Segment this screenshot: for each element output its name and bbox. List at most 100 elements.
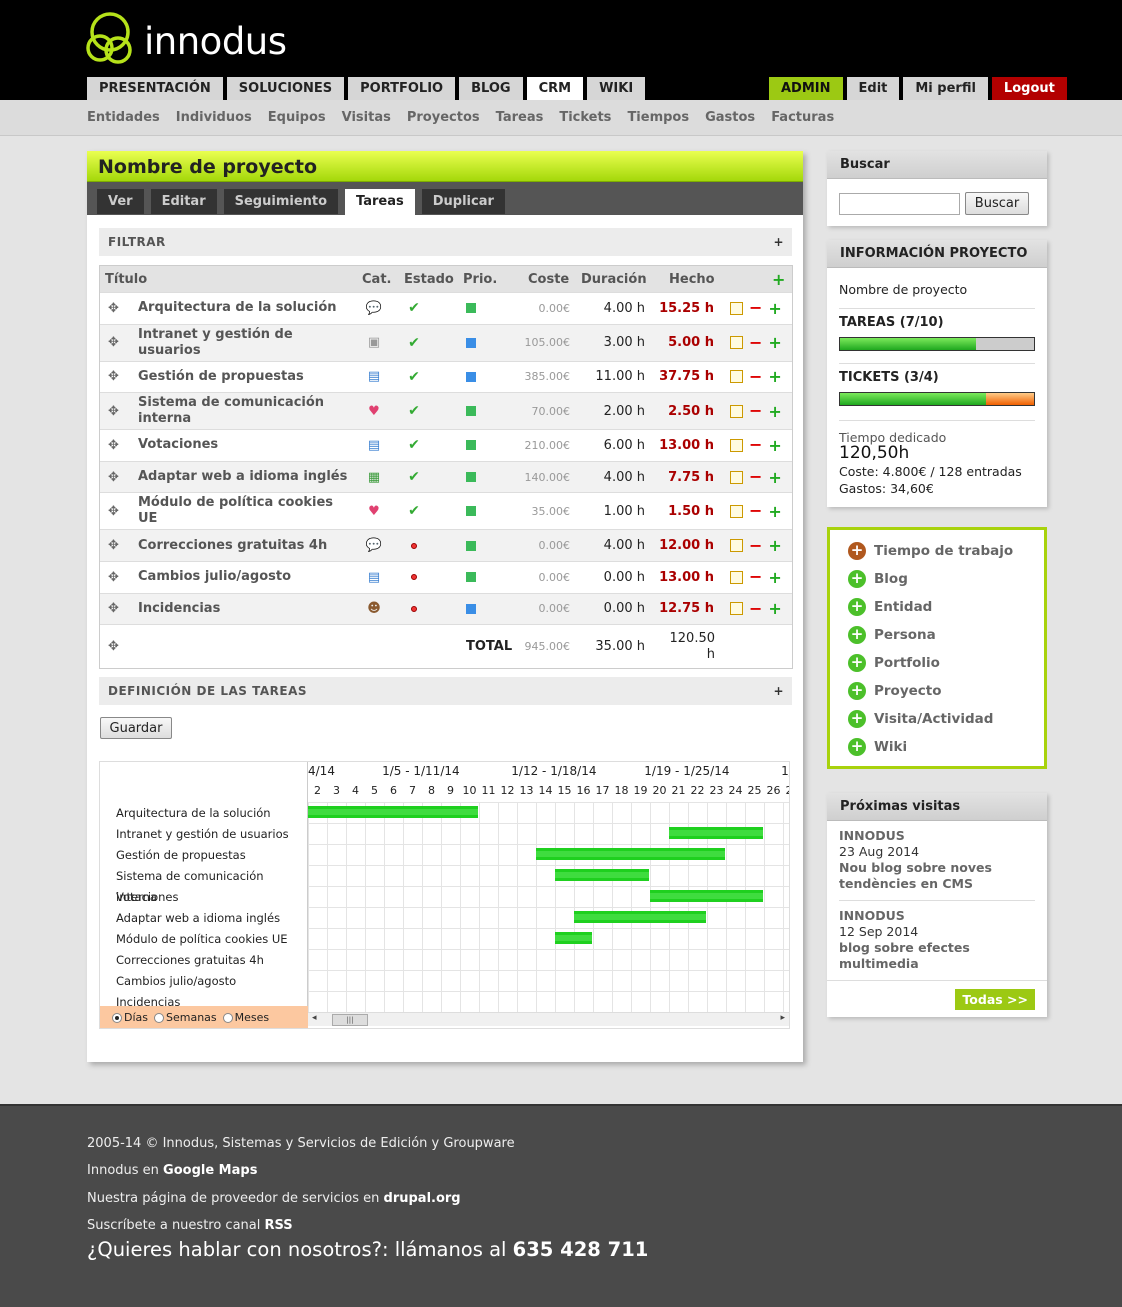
visit-desc[interactable]: blog sobre efectes multimedia <box>839 940 1029 972</box>
logo[interactable]: innodus <box>86 6 287 70</box>
edit-icon[interactable] <box>730 301 743 315</box>
view-weeks[interactable]: Semanas <box>154 1011 217 1024</box>
edit-icon[interactable] <box>730 504 743 518</box>
add-icon[interactable]: + <box>768 367 781 386</box>
add-link[interactable]: + Entidad <box>848 598 932 616</box>
col-duration[interactable]: Duración <box>581 266 647 292</box>
col-title[interactable]: Título <box>105 266 147 292</box>
profile-button[interactable]: Mi perfil <box>903 77 988 100</box>
add-icon[interactable]: + <box>768 436 781 455</box>
all-visits-button[interactable]: Todas >> <box>955 989 1035 1010</box>
remove-icon[interactable]: − <box>749 503 762 519</box>
col-prio[interactable]: Prio. <box>463 266 497 292</box>
expand-icon[interactable]: + <box>773 228 784 256</box>
definition-section[interactable]: DEFINICIÓN DE LAS TAREAS + <box>99 677 792 705</box>
edit-icon[interactable] <box>730 404 743 418</box>
task-title[interactable]: Adaptar web a idioma inglés <box>138 462 356 493</box>
remove-icon[interactable]: − <box>749 300 762 316</box>
nav-soluciones[interactable]: SOLUCIONES <box>226 77 345 100</box>
scroll-right-icon[interactable]: ▸ <box>780 1013 785 1023</box>
task-title[interactable]: Incidencias <box>138 594 356 625</box>
edit-icon[interactable] <box>730 570 743 584</box>
add-icon[interactable]: + <box>768 468 781 487</box>
add-link[interactable]: + Wiki <box>848 738 907 756</box>
gantt-bar[interactable] <box>669 827 763 839</box>
task-title[interactable]: Sistema de comunicación interna <box>138 393 356 429</box>
edit-icon[interactable] <box>730 602 743 616</box>
move-icon[interactable]: ✥ <box>108 562 120 593</box>
add-icon[interactable]: + <box>768 502 781 521</box>
subnav-tickets[interactable]: Tickets <box>559 110 611 125</box>
add-link[interactable]: + Tiempo de trabajo <box>848 542 1013 560</box>
google-maps-link[interactable]: Google Maps <box>163 1163 257 1178</box>
col-done[interactable]: Hecho <box>669 266 715 292</box>
gantt-bar[interactable] <box>308 806 478 818</box>
nav-presentacion[interactable]: PRESENTACIÓN <box>87 77 223 100</box>
task-title[interactable]: Intranet y gestión de usuarios <box>138 325 356 361</box>
visit-item[interactable]: INNODUS 23 Aug 2014 Nou blog sobre noves… <box>839 828 1029 892</box>
task-title[interactable]: Correcciones gratuitas 4h <box>138 530 356 561</box>
add-icon[interactable]: + <box>768 333 781 352</box>
visit-desc[interactable]: Nou blog sobre noves tendències en CMS <box>839 860 1029 892</box>
subnav-entidades[interactable]: Entidades <box>87 110 160 125</box>
subnav-equipos[interactable]: Equipos <box>268 110 326 125</box>
tab-ver[interactable]: Ver <box>97 189 144 214</box>
remove-icon[interactable]: − <box>749 569 762 585</box>
phone-number[interactable]: 635 428 711 <box>513 1238 649 1261</box>
gantt-bar[interactable] <box>574 911 706 923</box>
nav-crm[interactable]: CRM <box>526 77 584 100</box>
add-icon[interactable]: + <box>768 402 781 421</box>
move-icon[interactable]: ✥ <box>108 325 120 361</box>
add-icon[interactable]: + <box>768 568 781 587</box>
view-months[interactable]: Meses <box>222 1011 269 1024</box>
search-button[interactable]: Buscar <box>965 192 1029 215</box>
nav-wiki[interactable]: WIKI <box>587 77 646 100</box>
remove-icon[interactable]: − <box>749 469 762 485</box>
filter-section[interactable]: FILTRAR + <box>99 228 792 256</box>
edit-icon[interactable] <box>730 539 743 553</box>
visit-item[interactable]: INNODUS 12 Sep 2014 blog sobre efectes m… <box>839 908 1029 972</box>
move-icon[interactable]: ✥ <box>108 393 120 429</box>
task-title[interactable]: Gestión de propuestas <box>138 362 356 393</box>
move-icon[interactable]: ✥ <box>108 362 120 393</box>
remove-icon[interactable]: − <box>749 600 762 616</box>
add-link[interactable]: + Portfolio <box>848 654 940 672</box>
add-icon[interactable]: + <box>768 536 781 555</box>
task-title[interactable]: Cambios julio/agosto <box>138 562 356 593</box>
rss-link[interactable]: RSS <box>265 1218 293 1233</box>
move-icon[interactable]: ✥ <box>108 293 120 324</box>
gantt-scrollbar[interactable]: ◂ ||| ▸ <box>308 1012 789 1026</box>
radio-weeks[interactable] <box>154 1012 164 1023</box>
search-input[interactable] <box>839 193 960 215</box>
nav-blog[interactable]: BLOG <box>459 77 523 100</box>
subnav-tiempos[interactable]: Tiempos <box>627 110 689 125</box>
edit-icon[interactable] <box>730 438 743 452</box>
gantt-bar[interactable] <box>536 848 725 860</box>
remove-icon[interactable]: − <box>749 334 762 350</box>
task-title[interactable]: Módulo de política cookies UE <box>138 493 356 529</box>
tab-duplicar[interactable]: Duplicar <box>421 189 505 214</box>
col-state[interactable]: Estado <box>404 266 454 292</box>
view-days[interactable]: Días <box>112 1011 148 1024</box>
admin-button[interactable]: ADMIN <box>769 77 843 100</box>
subnav-facturas[interactable]: Facturas <box>771 110 834 125</box>
col-cat[interactable]: Cat. <box>362 266 391 292</box>
task-title[interactable]: Arquitectura de la solución <box>138 293 356 324</box>
gantt-bar[interactable] <box>555 869 649 881</box>
remove-icon[interactable]: − <box>749 537 762 553</box>
nav-portfolio[interactable]: PORTFOLIO <box>348 77 456 100</box>
tab-tareas[interactable]: Tareas <box>345 189 415 215</box>
subnav-visitas[interactable]: Visitas <box>342 110 391 125</box>
remove-icon[interactable]: − <box>749 403 762 419</box>
subnav-individuos[interactable]: Individuos <box>176 110 252 125</box>
remove-icon[interactable]: − <box>749 368 762 384</box>
move-icon[interactable]: ✥ <box>108 493 120 529</box>
col-cost[interactable]: Coste <box>528 266 569 292</box>
scroll-left-icon[interactable]: ◂ <box>312 1013 317 1023</box>
scroll-thumb[interactable]: ||| <box>332 1014 368 1026</box>
save-button[interactable]: Guardar <box>100 717 172 739</box>
move-icon[interactable]: ✥ <box>108 430 120 461</box>
edit-icon[interactable] <box>730 370 743 384</box>
add-icon[interactable]: + <box>768 299 781 318</box>
add-link[interactable]: + Proyecto <box>848 682 942 700</box>
